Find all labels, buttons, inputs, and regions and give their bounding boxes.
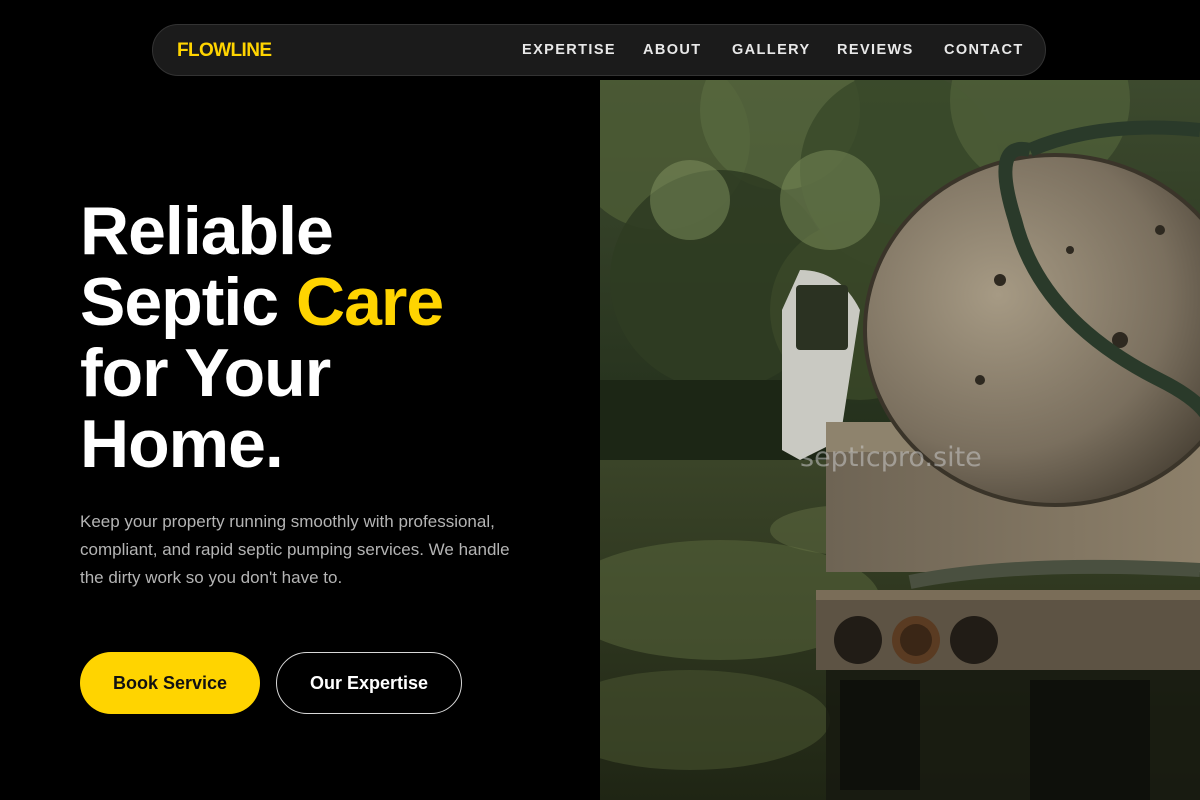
headline-line-1: Reliable xyxy=(80,193,334,269)
nav-link-reviews[interactable]: REVIEWS xyxy=(837,42,914,58)
headline-line-4: Home. xyxy=(80,406,284,482)
hero-photo: septicpro.site xyxy=(600,80,1200,800)
top-nav: FLOWLINE EXPERTISE ABOUT GALLERY REVIEWS… xyxy=(152,24,1046,76)
headline-accent-word: Care xyxy=(295,264,444,340)
hero-headline: Reliable Septic Care for Your Home. xyxy=(80,193,444,482)
hero-subtitle: Keep your property running smoothly with… xyxy=(80,512,510,587)
nav-link-gallery[interactable]: GALLERY xyxy=(732,42,811,58)
headline-line-2: Septic Care xyxy=(80,264,444,340)
headline-line-2-text: Septic xyxy=(80,264,296,340)
nav-link-about[interactable]: ABOUT xyxy=(643,42,702,58)
nav-link-expertise[interactable]: EXPERTISE xyxy=(522,42,616,58)
septic-truck-illustration xyxy=(600,80,1200,800)
our-expertise-button[interactable]: Our Expertise xyxy=(276,652,462,714)
brand-logo[interactable]: FLOWLINE xyxy=(177,40,272,62)
book-service-button[interactable]: Book Service xyxy=(80,652,260,714)
headline-line-3: for Your xyxy=(80,335,331,411)
nav-link-contact[interactable]: CONTACT xyxy=(944,42,1024,58)
watermark-text: septicpro.site xyxy=(800,442,982,473)
